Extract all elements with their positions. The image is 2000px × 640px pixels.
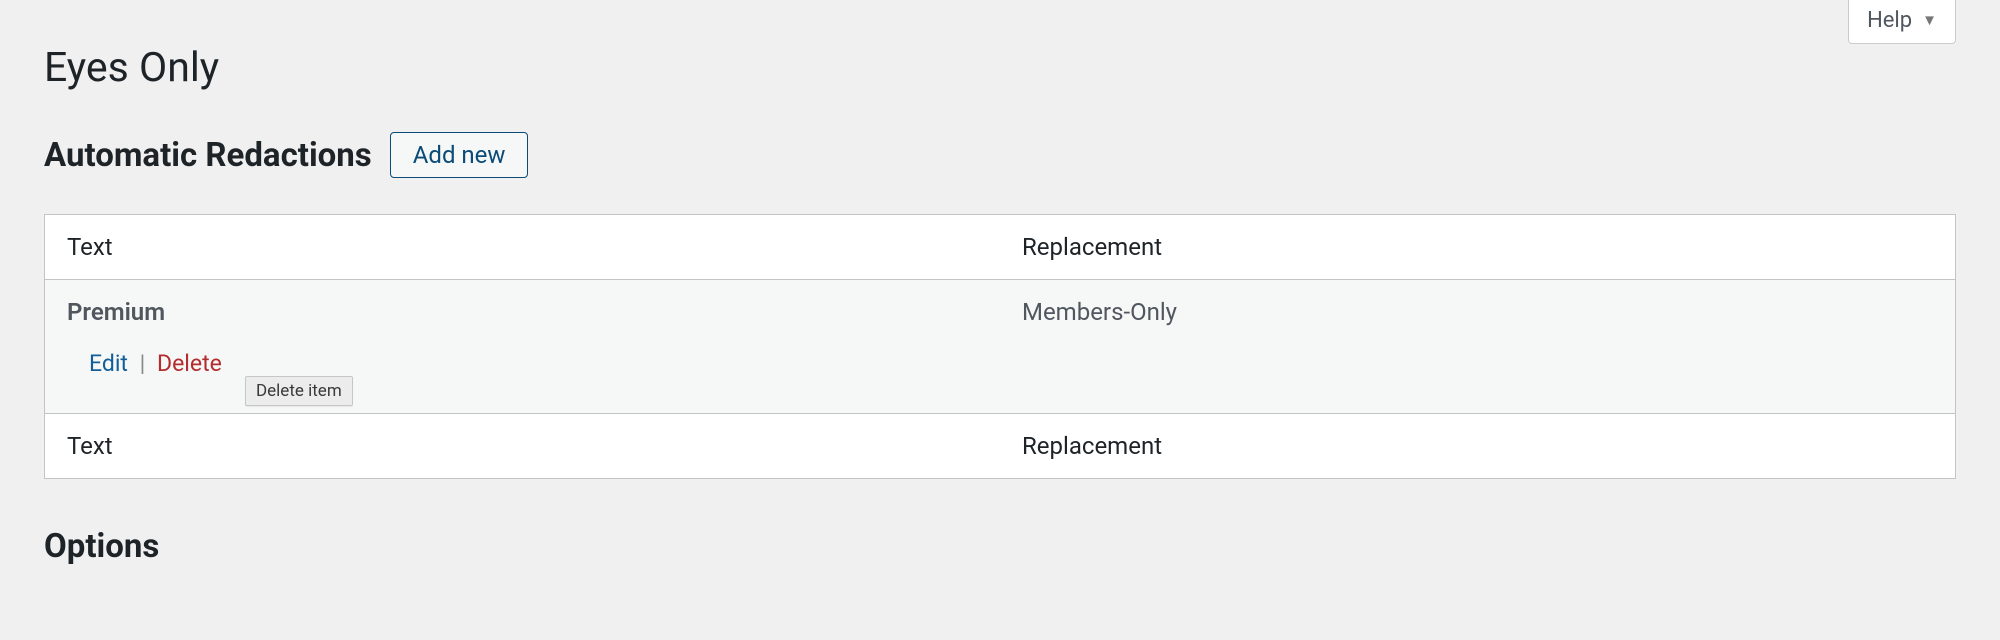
delete-tooltip: Delete item [245, 376, 353, 406]
col-text-footer[interactable]: Text [45, 414, 1001, 479]
col-text-header[interactable]: Text [45, 215, 1001, 280]
redactions-heading: Automatic Redactions [44, 136, 372, 175]
col-replacement-footer[interactable]: Replacement [1000, 414, 1956, 479]
table-row[interactable]: Premium Members-Only [45, 280, 1956, 333]
table-header-row: Text Replacement [45, 215, 1956, 280]
delete-link[interactable]: Delete [157, 350, 222, 377]
row-text-cell: Premium [45, 280, 1001, 333]
edit-link[interactable]: Edit [89, 350, 128, 377]
help-tab[interactable]: Help ▼ [1848, 0, 1956, 44]
row-replacement-cell: Members-Only [1000, 280, 1956, 414]
options-heading: Options [44, 527, 1956, 566]
caret-down-icon: ▼ [1922, 13, 1937, 28]
col-replacement-header[interactable]: Replacement [1000, 215, 1956, 280]
help-tab-label: Help [1867, 8, 1912, 33]
redactions-table: Text Replacement Premium Members-Only Ed… [44, 214, 1956, 479]
page-title: Eyes Only [44, 44, 1956, 92]
add-new-button[interactable]: Add new [390, 132, 529, 178]
actions-separator: | [140, 350, 146, 377]
table-footer-row: Text Replacement [45, 414, 1956, 479]
